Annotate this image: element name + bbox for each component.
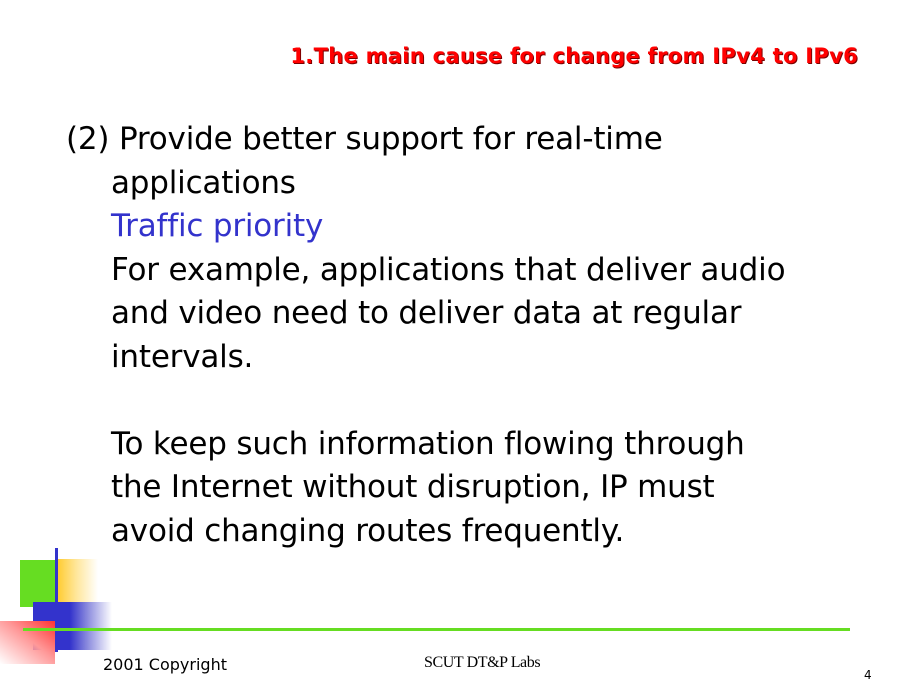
slide-body: (2) Provide better support for real-time… xyxy=(66,118,786,553)
heading-line-1: (2) Provide better support for real-time xyxy=(66,121,663,157)
paragraph-2-line-2: the Internet without disruption, IP must xyxy=(111,469,715,505)
paragraph-2-line-1: To keep such information flowing through xyxy=(111,425,745,462)
footer-divider-line xyxy=(23,628,850,631)
paragraph-1-line-3: intervals. xyxy=(111,338,254,375)
heading-line-2: applications xyxy=(111,164,296,201)
footer-copyright: 2001 Copyright xyxy=(103,655,227,674)
paragraph-1-line-2: and video need to deliver data at regula… xyxy=(111,295,742,331)
decor-vertical-blue-line xyxy=(55,548,58,652)
page-number: 4 xyxy=(864,668,872,682)
slide-title: 1.The main cause for change from IPv4 to… xyxy=(290,44,858,68)
paragraph-2-line-3: avoid changing routes frequently. xyxy=(111,512,625,549)
decor-green-square xyxy=(20,560,56,607)
decor-yellow-gradient-square xyxy=(58,559,98,602)
decor-blue-gradient-tail xyxy=(70,602,112,650)
footer-organization: SCUT DT&P Labs xyxy=(424,654,541,671)
paragraph-1-line-1: For example, applications that deliver a… xyxy=(111,251,786,288)
subheading-traffic-priority: Traffic priority xyxy=(111,208,324,244)
